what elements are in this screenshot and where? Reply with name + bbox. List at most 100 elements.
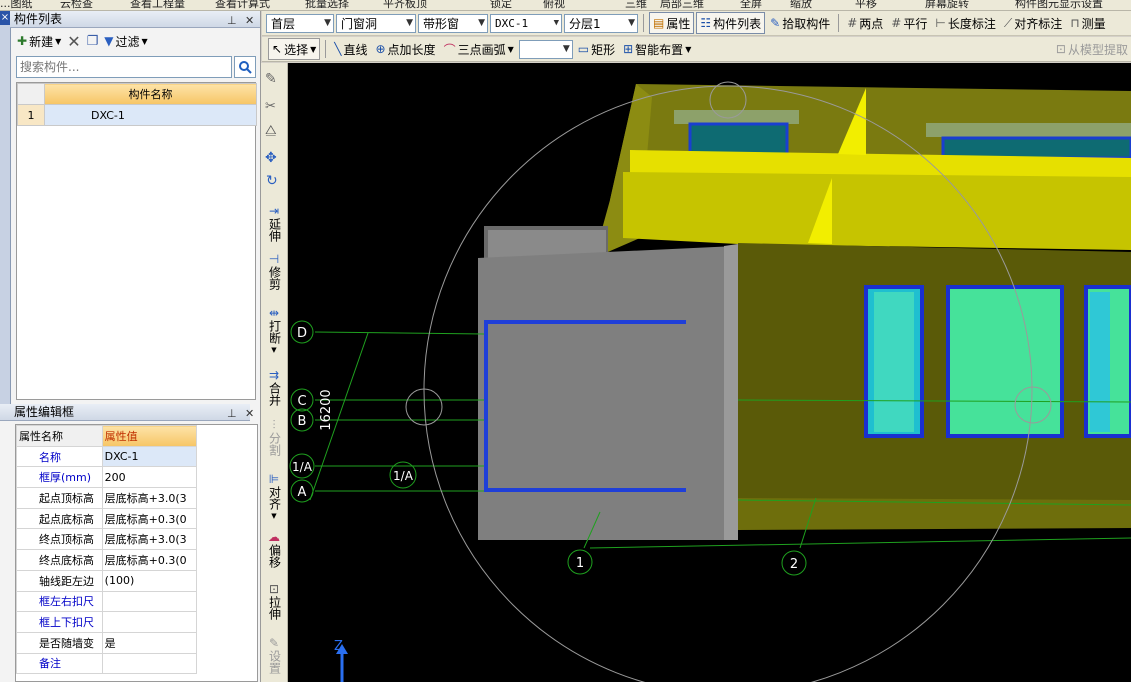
category-select[interactable]: 门窗洞 ▼ xyxy=(336,13,416,33)
property-value[interactable] xyxy=(101,611,198,633)
top-item[interactable]: 查看计算式 xyxy=(215,0,270,10)
property-value[interactable] xyxy=(101,590,198,613)
filter-button[interactable]: ▼ 过滤 ▼ xyxy=(101,31,150,51)
three-point-arc-button[interactable]: ⌒ 三点画弧 ▼ xyxy=(441,39,517,59)
extend-button[interactable]: ⇥ 延伸 xyxy=(263,205,285,243)
search-button[interactable] xyxy=(234,56,256,78)
arc-option-select[interactable]: ▼ xyxy=(518,39,573,59)
top-item[interactable]: 平齐板顶 xyxy=(383,0,427,10)
property-value[interactable]: 是 xyxy=(101,631,198,654)
close-icon[interactable]: ✕ xyxy=(245,12,254,29)
top-item[interactable]: 锁定 xyxy=(490,0,512,10)
break-button[interactable]: ⇹ 打断 ▼ xyxy=(263,307,285,357)
trim-button[interactable]: ⊣ 修剪 xyxy=(263,253,285,291)
top-item[interactable]: 缩放 xyxy=(790,0,812,10)
property-row[interactable]: 备注 xyxy=(16,652,198,675)
property-name: 名称 xyxy=(16,445,103,468)
properties-button[interactable]: ▤ 属性 xyxy=(649,12,695,34)
property-value[interactable] xyxy=(101,652,198,675)
extract-from-model-button[interactable]: ⊡ 从模型提取 xyxy=(1053,39,1131,59)
viewport-3d[interactable]: D C B 1/A A 1/A 1 2 16200 Z xyxy=(288,63,1131,682)
settings-button[interactable]: ✎ 设置 xyxy=(263,636,285,675)
top-item[interactable]: ...图纸 xyxy=(0,0,33,10)
point-length-button[interactable]: ⊕ 点加长度 xyxy=(372,39,438,59)
layer-select[interactable]: 分层1 ▼ xyxy=(564,13,638,33)
rectangle-button[interactable]: ▭ 矩形 xyxy=(575,39,618,59)
property-value[interactable]: 层底标高+0.3(0 xyxy=(101,549,198,571)
select-button[interactable]: ↖ 选择 ▼ xyxy=(268,38,321,60)
component-select[interactable]: DXC-1 ▼ xyxy=(490,13,562,33)
parallel-button[interactable]: # 平行 xyxy=(888,13,930,33)
property-row[interactable]: 轴线距左边 (100) xyxy=(16,569,198,592)
top-item[interactable]: 三维 xyxy=(625,0,647,10)
split-button[interactable]: ⫶ 分割 xyxy=(263,419,285,457)
copy-icon[interactable]: ❐ xyxy=(84,31,102,51)
align-button[interactable]: ⊫ 对齐 ▼ xyxy=(263,473,285,523)
property-value[interactable]: (100) xyxy=(101,569,198,592)
close-icon[interactable]: × xyxy=(0,11,10,25)
brush-icon[interactable]: ✎ xyxy=(265,71,277,87)
scissors-icon[interactable]: ✂ xyxy=(265,99,276,114)
property-name: 终点底标高 xyxy=(16,549,103,571)
measure-button[interactable]: ⊓ 测量 xyxy=(1067,13,1108,33)
new-button[interactable]: ✚ 新建 ▼ xyxy=(14,31,64,51)
property-value[interactable]: 200 xyxy=(101,466,198,489)
property-row[interactable]: 名称 DXC-1 xyxy=(16,445,198,468)
property-row[interactable]: 框上下扣尺 xyxy=(16,611,198,633)
property-name: 框左右扣尺 xyxy=(16,590,103,613)
property-value[interactable]: 层底标高+3.0(3 xyxy=(101,528,198,551)
property-value[interactable]: DXC-1 xyxy=(101,445,198,468)
top-item[interactable]: 批量选择 xyxy=(305,0,349,10)
mirror-icon[interactable]: ⧋ xyxy=(265,123,277,138)
offset-button[interactable]: ☁ 偏移 xyxy=(263,530,285,569)
top-item[interactable]: 平移 xyxy=(855,0,877,10)
pin-icon[interactable]: ⊥ xyxy=(227,12,237,29)
align-dimension-button[interactable]: ⟋ 对齐标注 xyxy=(1001,13,1065,33)
table-row[interactable]: 1 DXC-1 xyxy=(17,104,257,126)
dimension-label: 16200 xyxy=(319,389,334,430)
type-select[interactable]: 带形窗 ▼ xyxy=(418,13,488,33)
property-value[interactable]: 层底标高+0.3(0 xyxy=(101,507,198,530)
floor-select[interactable]: 首层 ▼ xyxy=(266,13,334,33)
property-row[interactable]: 起点底标高 层底标高+0.3(0 xyxy=(16,507,198,530)
search-input[interactable]: 搜索构件... xyxy=(16,56,232,78)
top-item[interactable]: 屏幕旋转 xyxy=(925,0,969,10)
property-row[interactable]: 终点底标高 层底标高+0.3(0 xyxy=(16,549,198,571)
two-point-button[interactable]: # 两点 xyxy=(844,13,886,33)
rotate-icon[interactable]: ↻ xyxy=(266,173,278,189)
column-header[interactable]: 构件名称 xyxy=(44,83,257,105)
property-row[interactable]: 是否随墙变是 xyxy=(16,631,198,654)
pick-component-button[interactable]: ✎ 拾取构件 xyxy=(767,13,833,33)
top-item[interactable]: 局部三维 xyxy=(660,0,704,10)
top-item[interactable]: 俯视 xyxy=(543,0,565,10)
grid-icon: # xyxy=(847,16,858,30)
property-value[interactable]: 层底标高+3.0(3 xyxy=(101,487,198,509)
top-item[interactable]: 全屏 xyxy=(740,0,762,10)
top-item[interactable]: 查看工程量 xyxy=(130,0,185,10)
delete-icon[interactable]: ✕ xyxy=(64,31,83,51)
length-dimension-button[interactable]: ⊢ 长度标注 xyxy=(932,13,998,33)
move-icon[interactable]: ✥ xyxy=(265,150,277,166)
close-icon[interactable]: ✕ xyxy=(245,405,254,422)
component-value: DXC-1 xyxy=(495,16,529,30)
merge-button[interactable]: ⇉ 合并 xyxy=(263,369,285,407)
top-item[interactable]: 云检查 xyxy=(60,0,93,10)
pin-icon[interactable]: ⊥ xyxy=(227,405,237,422)
offset-icon: ☁ xyxy=(268,530,280,544)
model-canvas[interactable]: D C B 1/A A 1/A 1 2 16200 Z xyxy=(288,63,1131,682)
rectangle-icon: ▭ xyxy=(577,42,590,56)
smart-layout-button[interactable]: ⊞ 智能布置 ▼ xyxy=(620,39,694,59)
property-title: 属性编辑框 xyxy=(14,405,75,419)
top-item[interactable]: 构件图元显示设置 xyxy=(1015,0,1103,10)
stretch-button[interactable]: ⊡ 拉伸 xyxy=(263,583,285,621)
length-dimension-label: 长度标注 xyxy=(947,16,996,31)
property-row[interactable]: 终点顶标高 层底标高+3.0(3 xyxy=(16,528,198,551)
line-button[interactable]: ╲ 直线 xyxy=(331,39,370,59)
property-row[interactable]: 框左右扣尺 xyxy=(16,590,198,613)
properties-icon: ▤ xyxy=(653,16,665,30)
property-row[interactable]: 起点顶标高 层底标高+3.0(3 xyxy=(16,487,198,509)
component-list-button[interactable]: ☷ 构件列表 xyxy=(696,12,766,34)
property-row[interactable]: 框厚(mm) 200 xyxy=(16,466,198,489)
two-point-label: 两点 xyxy=(859,16,884,31)
pencil-icon: ✎ xyxy=(268,636,280,650)
